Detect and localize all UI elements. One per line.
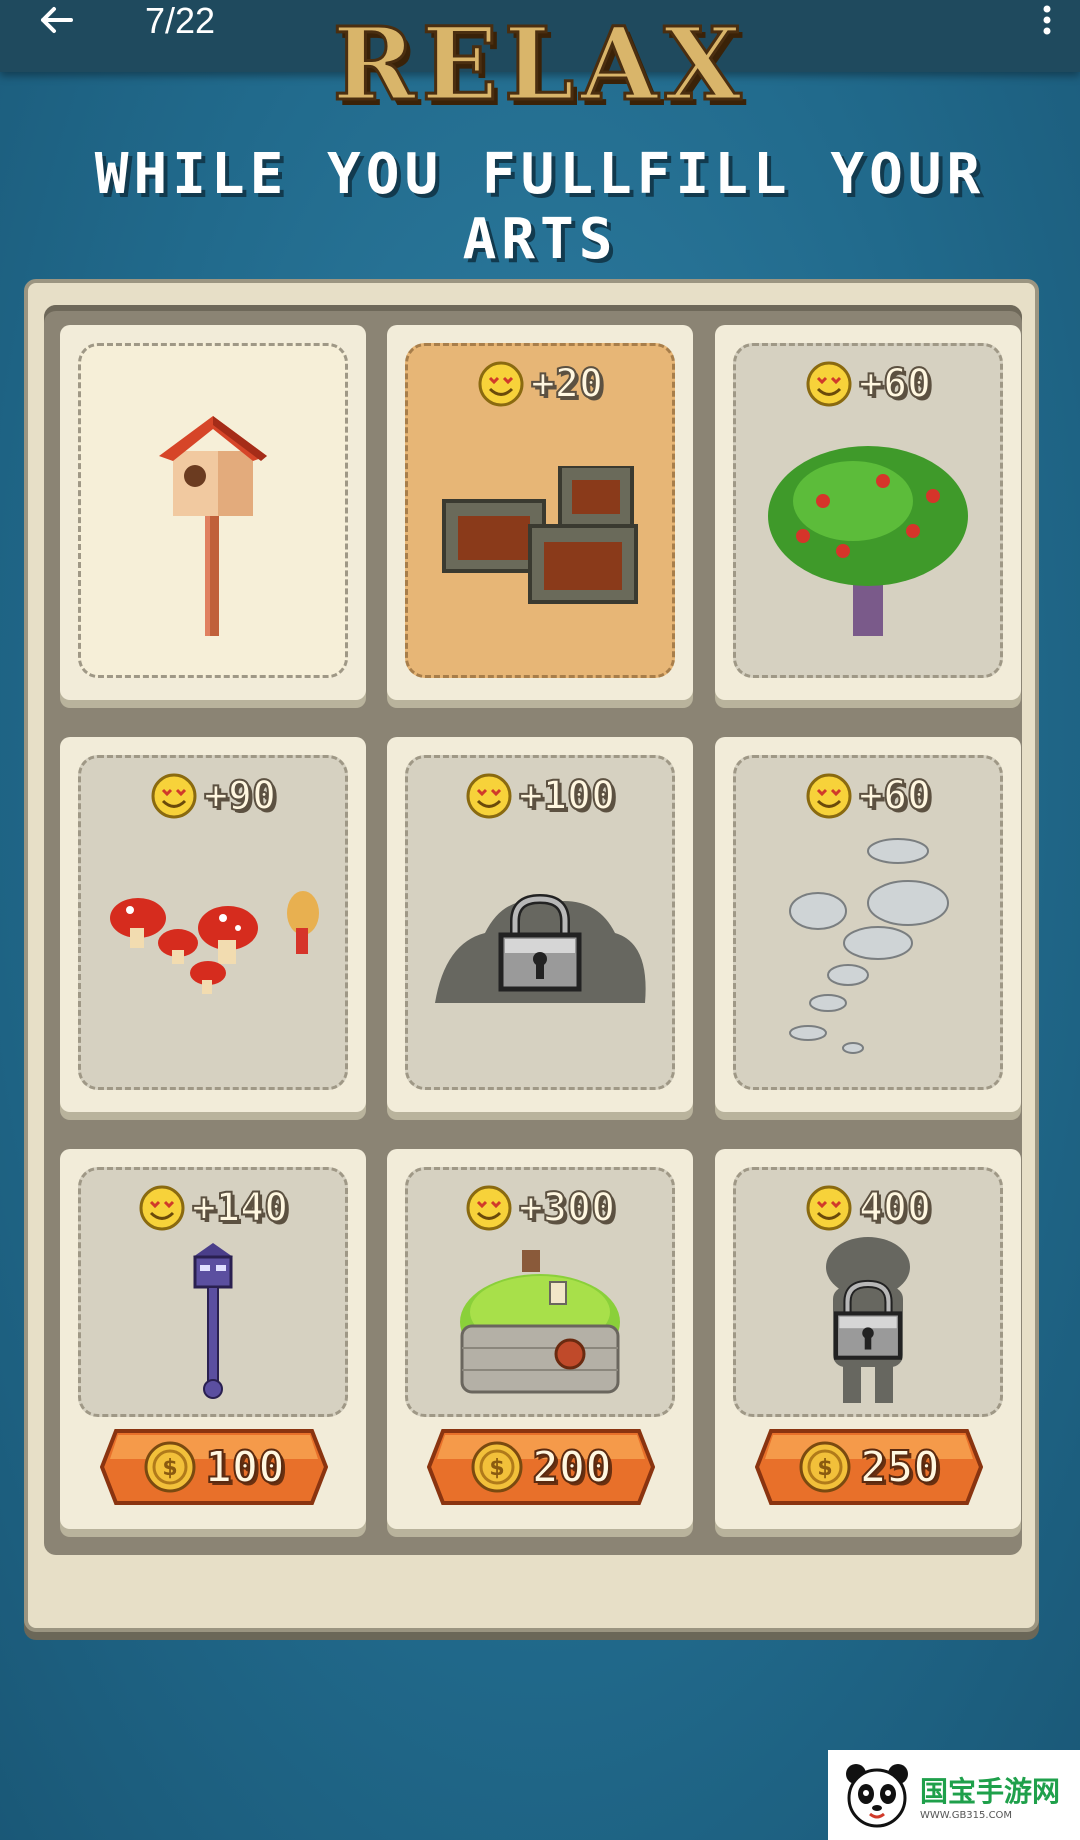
reward-row: +60: [736, 358, 1000, 410]
card-slot: [78, 343, 348, 678]
reward-row: +90: [81, 770, 345, 822]
reward-row: +60: [736, 770, 1000, 822]
birdhouse-icon: [159, 416, 267, 636]
card-slot: +300: [405, 1167, 675, 1417]
price-label: 200: [531, 1441, 612, 1494]
item-card-mushrooms[interactable]: +90: [60, 737, 366, 1112]
reward-value: +100: [518, 772, 616, 820]
buy-button[interactable]: $ 200: [427, 1429, 655, 1505]
item-card-birdhouse[interactable]: [60, 325, 366, 700]
price-label: 100: [204, 1441, 285, 1494]
svg-text:$: $: [818, 1456, 833, 1481]
reward-row: +140: [81, 1182, 345, 1234]
birdhouse-art: [81, 401, 345, 651]
buy-button[interactable]: $ 100: [100, 1429, 328, 1505]
gold-coin-icon: $: [144, 1441, 196, 1493]
card-slot: +60: [733, 755, 1003, 1090]
reward-row: +300: [408, 1182, 672, 1234]
hut-art: [408, 1232, 672, 1412]
buy-button[interactable]: $ 250: [755, 1429, 983, 1505]
reward-value: +90: [203, 772, 277, 820]
page-title: RELAX: [331, 4, 748, 125]
price-label: 250: [859, 1441, 940, 1494]
mushrooms-icon: [110, 891, 319, 994]
reward-value: +140: [191, 1184, 289, 1232]
card-slot: +90: [78, 755, 348, 1090]
reward-value: +20: [530, 360, 604, 408]
item-card-crates[interactable]: +20: [387, 325, 693, 700]
hut-icon: [460, 1250, 620, 1394]
panda-logo-icon: [846, 1764, 908, 1828]
item-card-locked-bush[interactable]: +100: [387, 737, 693, 1112]
smiley-coin-icon: [466, 773, 512, 819]
apple-tree-icon: [768, 446, 968, 636]
svg-text:$: $: [490, 1456, 505, 1481]
padlock-icon: [498, 893, 582, 992]
apple-tree-art: [736, 421, 1000, 661]
card-slot: 400: [733, 1167, 1003, 1417]
padlock-icon: [833, 1279, 903, 1360]
reward-row: +100: [408, 770, 672, 822]
crates-art: [408, 426, 672, 646]
reward-value: +60: [858, 360, 932, 408]
reward-value: 400: [858, 1184, 932, 1232]
svg-text:$: $: [163, 1456, 178, 1481]
item-card-street-lamp[interactable]: +140 $ 100: [60, 1149, 366, 1529]
item-card-locked-figure[interactable]: 400 $ 250: [715, 1149, 1021, 1529]
card-slot: +100: [405, 755, 675, 1090]
smiley-coin-icon: [151, 773, 197, 819]
smiley-coin-icon: [478, 361, 524, 407]
stones-art: [736, 828, 1000, 1078]
smiley-coin-icon: [806, 361, 852, 407]
street-lamp-icon: [193, 1243, 233, 1399]
street-lamp-art: [81, 1238, 345, 1408]
site-watermark: 国宝手游网 WWW.GB315.COM: [828, 1750, 1080, 1840]
item-card-apple-tree[interactable]: +60: [715, 325, 1021, 700]
watermark-text: 国宝手游网: [920, 1774, 1061, 1808]
mushrooms-art: [81, 848, 345, 1048]
gold-coin-icon: $: [471, 1441, 523, 1493]
card-slot: +20: [405, 343, 675, 678]
smiley-coin-icon: [466, 1185, 512, 1231]
watermark-url: WWW.GB315.COM: [920, 1809, 1013, 1821]
item-card-hut[interactable]: +300 $ 200: [387, 1149, 693, 1529]
crates-icon: [442, 466, 638, 604]
card-slot: +140: [78, 1167, 348, 1417]
item-card-stones[interactable]: +60: [715, 737, 1021, 1112]
lock-art: [408, 868, 672, 1018]
reward-row: 400: [736, 1182, 1000, 1234]
gold-coin-icon: $: [799, 1441, 851, 1493]
reward-value: +60: [858, 772, 932, 820]
smiley-coin-icon: [139, 1185, 185, 1231]
reward-value: +300: [518, 1184, 616, 1232]
page-subtitle: WHILE YOU FULLFILL YOUR ARTS: [94, 142, 986, 272]
reward-row: +20: [408, 358, 672, 410]
lock-art: [736, 1260, 1000, 1380]
smiley-coin-icon: [806, 773, 852, 819]
smiley-coin-icon: [806, 1185, 852, 1231]
stones-icon: [789, 838, 949, 1054]
card-slot: +60: [733, 343, 1003, 678]
